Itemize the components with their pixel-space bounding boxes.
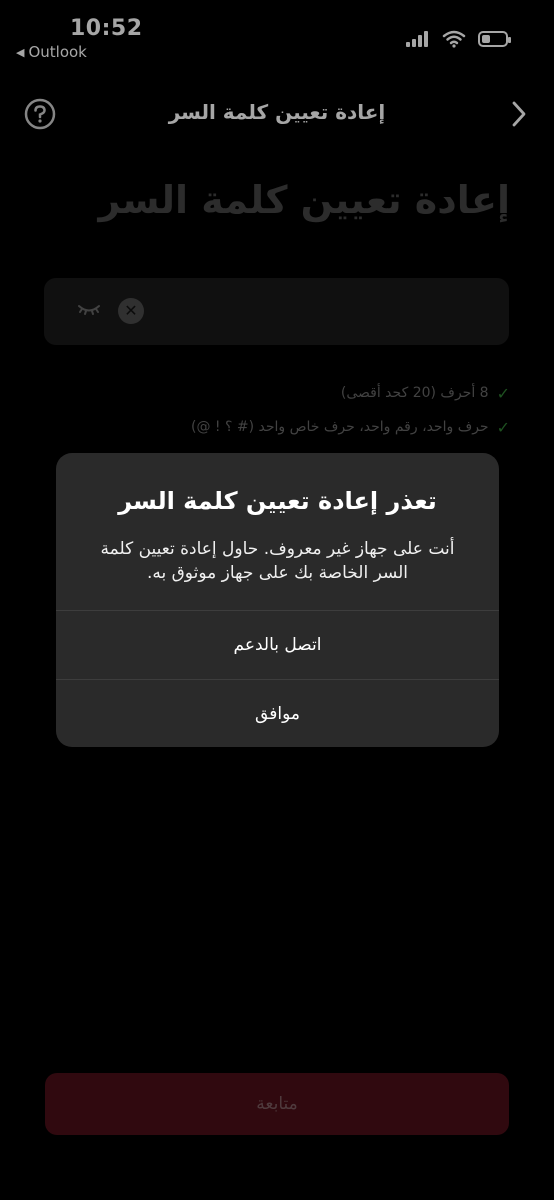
contact-support-button[interactable]: اتصل بالدعم [56, 611, 499, 679]
alert-message: أنت على جهاز غير معروف. حاول إعادة تعيين… [100, 539, 455, 583]
screen: 10:52 ◀ Outlook إعادة تعيين كلمة السر إع… [0, 0, 554, 1200]
ok-button[interactable]: موافق [56, 680, 499, 747]
alert-dialog: تعذر إعادة تعيين كلمة السر أنت على جهاز … [56, 453, 499, 747]
alert-title: تعذر إعادة تعيين كلمة السر [118, 487, 437, 515]
